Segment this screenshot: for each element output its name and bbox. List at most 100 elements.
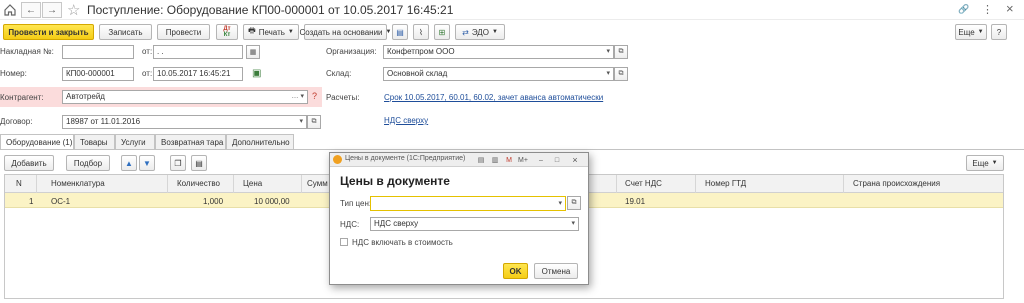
invoice-date-label: от:: [142, 47, 153, 56]
tab-additional[interactable]: Дополнительно: [226, 134, 294, 150]
column-header[interactable]: Количество: [177, 179, 220, 188]
column-header[interactable]: Цена: [243, 179, 262, 188]
dt-kt-icon: Дт Кт: [223, 26, 231, 38]
calendar-button[interactable]: ▦: [246, 45, 260, 59]
move-down-button[interactable]: ▼: [139, 155, 155, 171]
open-organization-button[interactable]: ⧉: [614, 45, 628, 59]
dialog-m-icon[interactable]: M: [504, 155, 514, 165]
forward-button[interactable]: →: [42, 2, 62, 18]
edo-button[interactable]: ⇄ ЭДО ▼: [455, 24, 505, 40]
chevron-down-icon[interactable]: ▾: [606, 46, 610, 58]
save-button[interactable]: Записать: [99, 24, 152, 40]
dialog-doc-icon[interactable]: ▤: [476, 155, 486, 165]
row-quantity[interactable]: 1,000: [203, 197, 223, 206]
link-icon[interactable]: 🔗: [958, 4, 969, 15]
ok-button[interactable]: OK: [503, 263, 528, 279]
contract-label: Договор:: [0, 117, 33, 126]
more-button[interactable]: Еще ▼: [955, 24, 987, 40]
post-button[interactable]: Провести: [157, 24, 210, 40]
edo-icon: ⇄: [462, 27, 469, 37]
row-price[interactable]: 10 000,00: [254, 197, 290, 206]
dt-kt-button[interactable]: Дт Кт: [216, 24, 238, 40]
chevron-down-icon: ▼: [991, 160, 998, 166]
chevron-down-icon: ▼: [977, 29, 984, 35]
column-header[interactable]: N: [16, 179, 22, 188]
tab-divider: [0, 149, 1024, 150]
organization-input[interactable]: Конфетпром ООО ▾: [383, 45, 614, 59]
maximize-icon[interactable]: □: [552, 155, 562, 165]
dialog-mplus-icon[interactable]: M+: [518, 155, 528, 165]
structure-icon: ⊞: [438, 27, 446, 37]
help-button[interactable]: ?: [991, 24, 1007, 40]
organization-label: Организация:: [326, 47, 377, 56]
row-item[interactable]: ОС-1: [51, 197, 70, 206]
open-contract-button[interactable]: ⧉: [307, 115, 321, 129]
close-icon[interactable]: ×: [1006, 1, 1014, 16]
chevron-down-icon: ▼: [385, 29, 392, 35]
open-icon: ⧉: [571, 199, 577, 206]
attach-button[interactable]: ⌇: [413, 24, 429, 40]
column-header[interactable]: Номенклатура: [51, 179, 105, 188]
arrow-down-icon: ▼: [143, 158, 151, 168]
open-price-type-button[interactable]: ⧉: [567, 196, 581, 210]
date-input[interactable]: 10.05.2017 16:45:21: [153, 67, 243, 81]
minimize-icon[interactable]: –: [536, 155, 546, 165]
dots-icon[interactable]: …: [291, 91, 298, 103]
dialog-close-icon[interactable]: ×: [570, 155, 580, 165]
vat-include-checkbox[interactable]: [340, 238, 348, 246]
move-up-button[interactable]: ▲: [121, 155, 137, 171]
column-header[interactable]: Номер ГТД: [705, 179, 746, 188]
chevron-down-icon: ▼: [491, 29, 498, 35]
column-header[interactable]: Страна происхождения: [853, 179, 940, 188]
number-input[interactable]: КП00-000001: [62, 67, 134, 81]
document-icon: ▤: [396, 27, 404, 37]
column-header[interactable]: Сумм: [307, 179, 328, 188]
open-warehouse-button[interactable]: ⧉: [614, 67, 628, 81]
print-button[interactable]: 🖶 Печать ▼: [243, 24, 299, 40]
printer-icon: 🖶: [248, 26, 256, 35]
copy-icon: ❐: [174, 158, 182, 168]
open-icon: ⧉: [618, 48, 624, 55]
counterparty-input[interactable]: Автотрейд … ▾: [62, 90, 308, 104]
post-and-close-button[interactable]: Провести и закрыть: [3, 24, 94, 40]
invoice-number-input[interactable]: [62, 45, 134, 59]
home-icon[interactable]: [3, 3, 17, 17]
chevron-down-icon[interactable]: ▾: [558, 198, 562, 210]
price-type-input[interactable]: ▾: [370, 196, 566, 211]
star-icon[interactable]: ☆: [67, 1, 80, 19]
chevron-down-icon[interactable]: ▾: [571, 218, 575, 230]
calendar-green-icon[interactable]: ▣: [252, 68, 261, 79]
structure-button[interactable]: ⊞: [434, 24, 450, 40]
invoice-date-input[interactable]: . .: [153, 45, 243, 59]
chevron-down-icon[interactable]: ▾: [606, 68, 610, 80]
warehouse-label: Склад:: [326, 69, 352, 78]
document-button[interactable]: ▤: [392, 24, 408, 40]
warehouse-input[interactable]: Основной склад ▾: [383, 67, 614, 81]
tab-returnable-packaging[interactable]: Возвратная тара: [155, 134, 226, 150]
add-button[interactable]: Добавить: [4, 155, 54, 171]
tab-equipment[interactable]: Оборудование (1): [0, 134, 74, 150]
dialog-vat-select[interactable]: НДС сверху ▾: [370, 217, 579, 231]
more-menu-icon[interactable]: ⋮: [982, 3, 993, 16]
contract-input[interactable]: 18987 от 11.01.2016 ▾: [62, 115, 307, 129]
paste-button[interactable]: ▤: [191, 155, 207, 171]
copy-button[interactable]: ❐: [170, 155, 186, 171]
dialog-title-bar: Цены в документе (1С:Предприятие) ▤ ▥ M …: [330, 153, 588, 167]
chevron-down-icon: ▼: [287, 29, 294, 35]
select-button[interactable]: Подбор: [66, 155, 110, 171]
tab-goods[interactable]: Товары: [74, 134, 115, 150]
back-button[interactable]: ←: [21, 2, 41, 18]
grid-more-button[interactable]: Еще ▼: [966, 155, 1004, 171]
dialog-calc-icon[interactable]: ▥: [490, 155, 500, 165]
vat-link[interactable]: НДС сверху: [384, 116, 428, 125]
required-question-icon[interactable]: ?: [312, 91, 317, 101]
column-header[interactable]: Счет НДС: [625, 179, 662, 188]
chevron-down-icon[interactable]: ▾: [299, 116, 303, 128]
create-based-on-button[interactable]: Создать на основании ▼: [300, 24, 391, 40]
cancel-button[interactable]: Отмена: [534, 263, 578, 279]
tab-services[interactable]: Услуги: [115, 134, 155, 150]
row-vat-account[interactable]: 19.01: [625, 197, 645, 206]
settlements-link[interactable]: Срок 10.05.2017, 60.01, 60.02, зачет ава…: [384, 93, 603, 102]
chevron-down-icon[interactable]: ▾: [300, 91, 304, 103]
app-logo-icon: [333, 155, 342, 164]
